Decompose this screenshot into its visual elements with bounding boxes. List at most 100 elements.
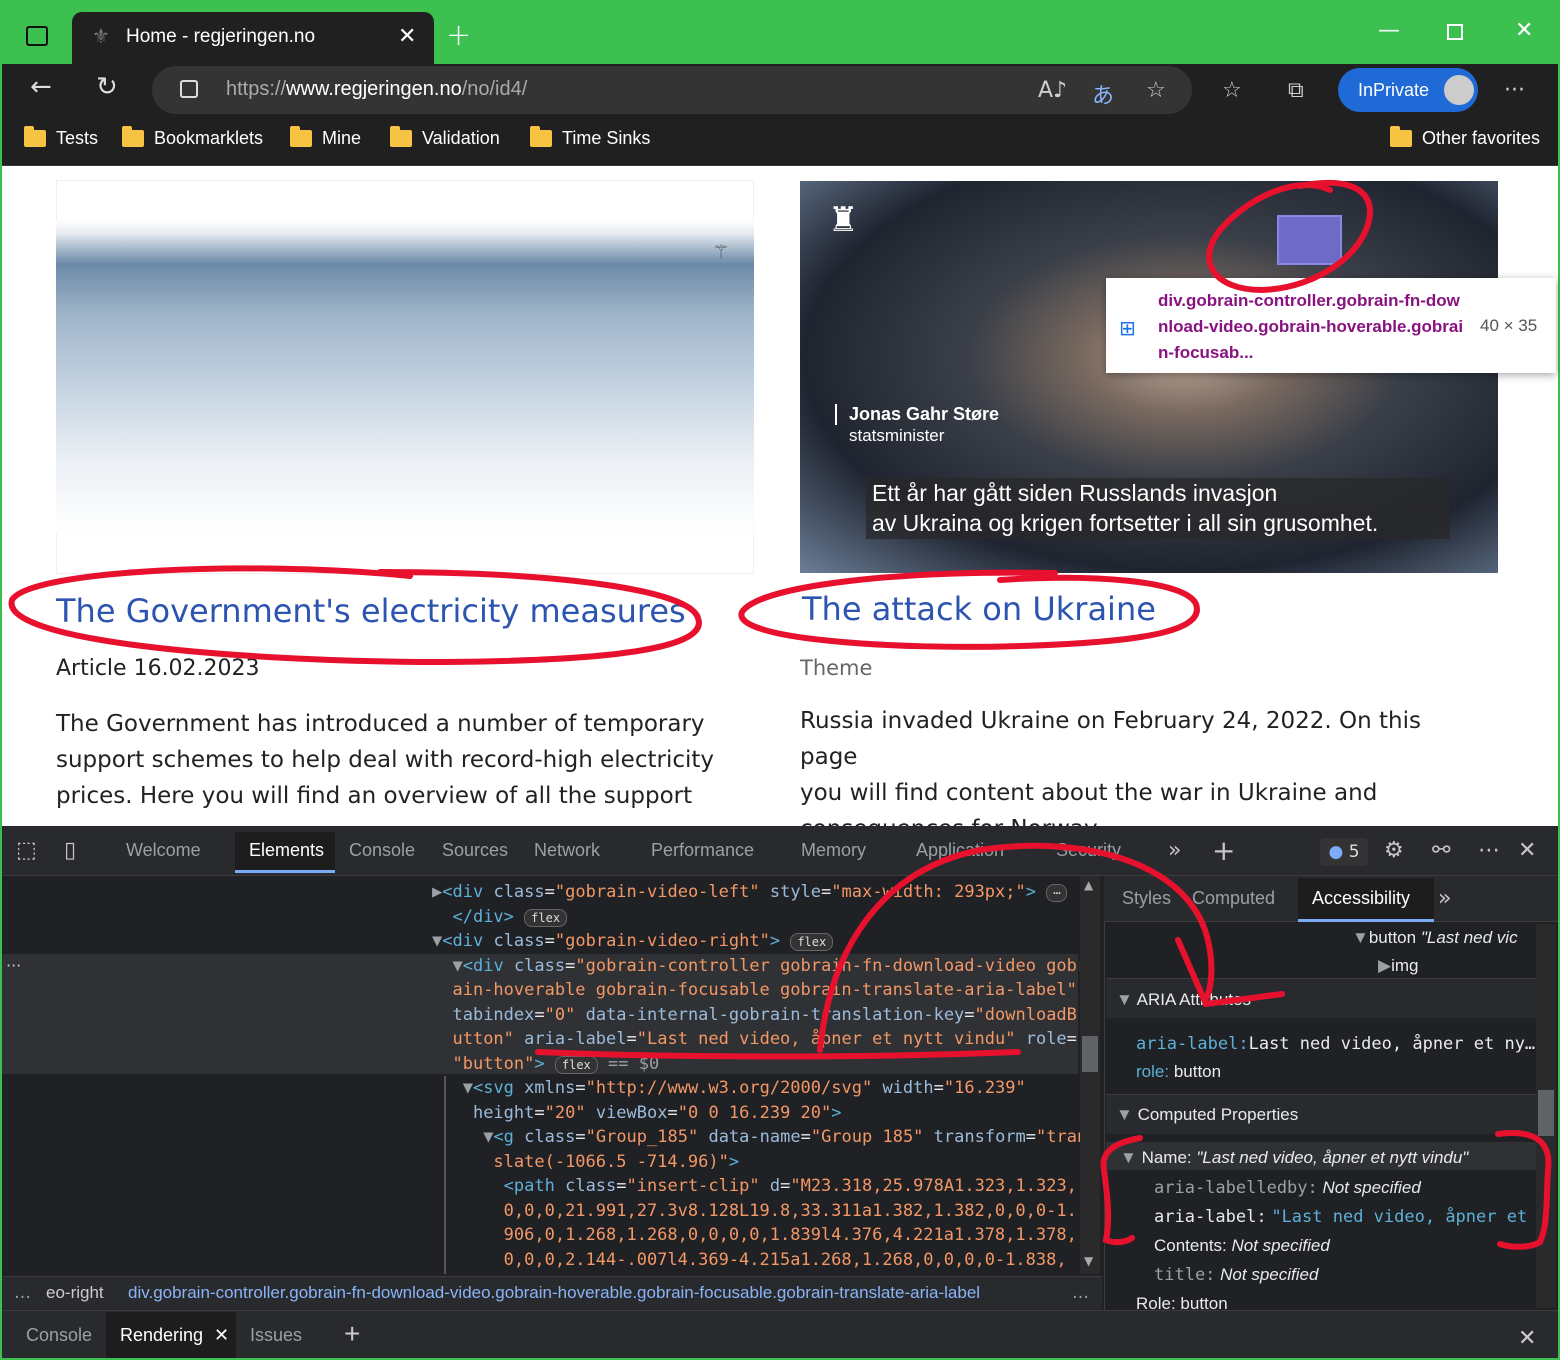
computed-properties-title[interactable]: ▼ Computed Properties [1116, 1105, 1298, 1125]
close-drawer-icon[interactable]: ✕ [1518, 1325, 1536, 1351]
add-tab-icon[interactable]: + [1212, 834, 1235, 867]
more-options-icon[interactable]: ⋯ [1478, 838, 1500, 863]
body-line: support schemes to help deal with record… [56, 747, 714, 773]
close-rendering-icon[interactable]: ✕ [214, 1325, 229, 1346]
tab-memory[interactable]: Memory [801, 840, 866, 861]
body-line: The Government has introduced a number o… [56, 711, 705, 737]
speaker-title: statsminister [849, 426, 945, 445]
more-tabs-icon[interactable]: » [1168, 838, 1181, 863]
labelledby-row: aria-labelledby: Not specified [1154, 1178, 1421, 1198]
aria-attributes-title[interactable]: ▼ ARIA Attributes [1116, 990, 1251, 1010]
drawer-tab-issues[interactable]: Issues [250, 1325, 302, 1346]
close-window-icon[interactable]: ✕ [1515, 18, 1533, 43]
drawer-add-tab-icon[interactable]: + [344, 1318, 360, 1350]
customize-icon[interactable]: ⚯ [1432, 838, 1450, 863]
body-line: Russia invaded Ukraine on February 24, 2… [800, 708, 1421, 770]
tab-application[interactable]: Application [916, 840, 1004, 861]
body-line: prices. Here you will find an overview o… [56, 783, 693, 809]
refresh-icon[interactable]: ↻ [96, 72, 118, 102]
electricity-card-meta: Article 16.02.2023 [56, 656, 260, 681]
url-text[interactable]: https://www.regjeringen.no/no/id4/ [226, 78, 527, 101]
node-ellipsis-icon[interactable]: ··· [6, 956, 21, 975]
favorites-icon[interactable]: ☆ [1222, 78, 1242, 103]
maximize-icon[interactable] [1447, 24, 1463, 40]
breadcrumb-item-parent[interactable]: eo-right [46, 1283, 104, 1303]
computed-name-row[interactable]: ▼ Name: "Last ned video, åpner et nytt v… [1120, 1148, 1468, 1168]
read-aloud-icon[interactable]: A♪ [1038, 78, 1067, 103]
device-emulation-icon[interactable]: ▯ [64, 838, 76, 863]
a11y-tree-img[interactable]: ▶img [1378, 956, 1418, 976]
tab-performance[interactable]: Performance [651, 840, 754, 861]
breadcrumb: … eo-right div.gobrain-controller.gobrai… [2, 1276, 1102, 1310]
tab-title: Home - regjeringen.no [126, 26, 316, 47]
tab-console[interactable]: Console [349, 840, 415, 861]
dom-tree-code[interactable]: ▶<div class="gobrain-video-left" style="… [432, 880, 1087, 1272]
favorite-bookmarklets[interactable]: Bookmarklets [122, 126, 263, 149]
scroll-up-icon[interactable]: ▲ [1084, 878, 1093, 892]
folder-icon [1390, 126, 1412, 147]
close-devtools-icon[interactable]: ✕ [1518, 838, 1536, 863]
translate-icon[interactable]: あ [1092, 78, 1114, 110]
new-tab-icon[interactable]: + [446, 18, 471, 53]
other-favorites[interactable]: Other favorites [1390, 126, 1540, 149]
tooltip-size: 40 × 35 [1480, 316, 1538, 335]
close-tab-icon[interactable]: ✕ [398, 24, 416, 49]
ukraine-card-title[interactable]: The attack on Ukraine [802, 590, 1156, 628]
inprivate-label: InPrivate [1358, 80, 1430, 100]
lion-crest-icon: ♜ [828, 200, 859, 240]
electricity-card-body: The Government has introduced a number o… [56, 706, 736, 814]
electricity-image[interactable] [56, 220, 754, 534]
electricity-card-title[interactable]: The Government's electricity measures [56, 592, 686, 630]
expand-icon: ▼ [1116, 990, 1133, 1009]
folder-icon [390, 126, 412, 147]
folder-icon [122, 126, 144, 147]
favorite-mine[interactable]: Mine [290, 126, 361, 149]
tab-security[interactable]: Security [1056, 840, 1121, 861]
tab-welcome[interactable]: Welcome [126, 840, 201, 861]
expand-icon: ▼ [1116, 1105, 1133, 1124]
favorite-tests[interactable]: Tests [24, 126, 98, 149]
tab-accessibility[interactable]: Accessibility [1312, 888, 1410, 909]
tab-network[interactable]: Network [534, 840, 600, 861]
drawer-tab-console[interactable]: Console [26, 1325, 92, 1346]
video-subtitle-line2: av Ukraina og krigen fortsetter i all si… [866, 508, 1450, 539]
more-icon[interactable]: ··· [1504, 78, 1525, 103]
drawer-tab-rendering[interactable]: Rendering [120, 1325, 203, 1346]
side-scroll-thumb[interactable] [1538, 1090, 1554, 1136]
tooltip-selector: div.gobrain-controller.gobrain-fn-downlo… [1158, 291, 1464, 362]
collections-icon[interactable]: ⧉ [1288, 78, 1304, 103]
folder-icon [530, 126, 552, 147]
a11y-tree-button[interactable]: ▼button "Last ned vic [1352, 928, 1518, 948]
profile-avatar[interactable] [1441, 72, 1477, 108]
inspect-element-icon[interactable]: ⬚ [16, 838, 37, 863]
scroll-down-icon[interactable]: ▼ [1084, 1254, 1093, 1268]
minimize-icon[interactable]: — [1378, 18, 1400, 43]
elements-scroll-thumb[interactable] [1082, 1036, 1098, 1072]
issues-badge[interactable]: ● 5 [1320, 838, 1368, 866]
role-row: role: button [1136, 1062, 1222, 1081]
breadcrumb-overflow-icon[interactable]: … [1072, 1283, 1089, 1303]
folder-icon [290, 126, 312, 147]
issues-icon: ● [1328, 842, 1344, 862]
settings-icon[interactable]: ⚙ [1384, 838, 1404, 863]
folder-icon [24, 126, 46, 147]
breadcrumb-item-current[interactable]: div.gobrain-controller.gobrain-fn-downlo… [128, 1283, 980, 1303]
favorite-time-sinks[interactable]: Time Sinks [530, 126, 650, 149]
contents-row: Contents: Not specified [1154, 1236, 1330, 1255]
tab-actions-icon[interactable] [26, 26, 48, 46]
tab-styles[interactable]: Styles [1122, 888, 1171, 909]
tab-computed[interactable]: Computed [1192, 888, 1275, 909]
lock-icon[interactable] [180, 80, 198, 98]
back-icon[interactable]: ← [30, 72, 52, 102]
elements-scrollbar[interactable] [1080, 876, 1100, 1274]
active-tab-underline [235, 870, 335, 873]
tab-elements[interactable]: Elements [249, 840, 324, 861]
image-watermark-icon: ⚚ [712, 240, 730, 264]
ukraine-card-meta: Theme [800, 656, 873, 680]
add-favorite-icon[interactable]: ☆ [1146, 78, 1166, 103]
breadcrumb-more-icon[interactable]: … [14, 1283, 31, 1303]
download-video-button-highlight[interactable] [1277, 215, 1342, 265]
favorite-validation[interactable]: Validation [390, 126, 500, 149]
tab-sources[interactable]: Sources [442, 840, 508, 861]
more-side-tabs-icon[interactable]: » [1438, 886, 1451, 911]
